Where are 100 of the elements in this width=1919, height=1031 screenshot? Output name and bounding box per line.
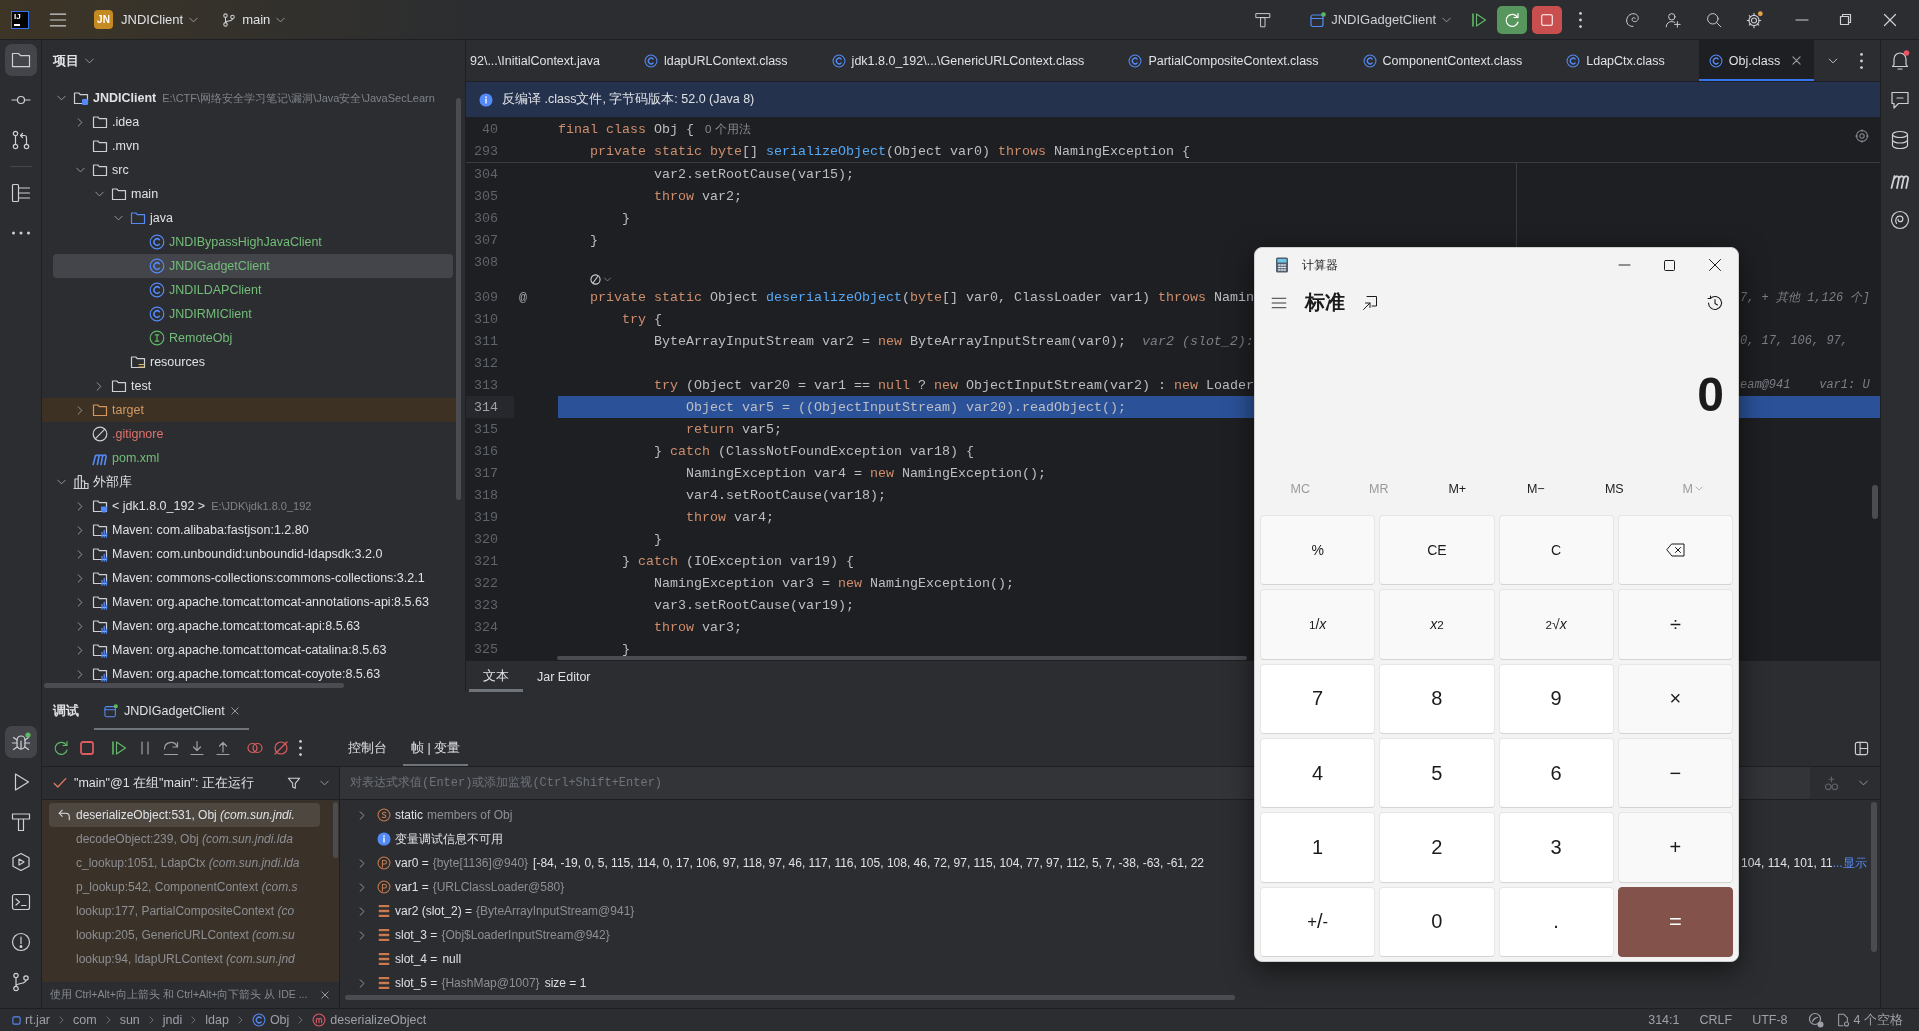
tree-item[interactable]: JNDIClient E:\CTF\网络安全学习笔记\漏洞\Java安全\JavaSecLearn xyxy=(53,86,453,110)
mute-breakpoints-icon[interactable] xyxy=(273,740,289,756)
stack-frame[interactable]: c_lookup:1051, LdapCtx (com.sun.jndi.lda xyxy=(49,851,320,875)
function-key[interactable]: % xyxy=(1260,515,1376,586)
usage-hint[interactable]: 0 个用法 xyxy=(705,121,751,137)
tree-item[interactable]: Maven: com.alibaba:fastjson:1.2.80 xyxy=(53,518,453,542)
chevron-right-icon[interactable] xyxy=(77,549,83,559)
breadcrumb-item[interactable]: deserializeObject xyxy=(312,1013,427,1027)
maximize-icon[interactable] xyxy=(1664,259,1675,271)
step-into-icon[interactable] xyxy=(189,740,205,756)
variable-item[interactable]: var1 = {URLClassLoader@580} xyxy=(358,876,565,898)
add-user-icon[interactable] xyxy=(1665,11,1681,28)
tree-item[interactable]: < jdk1.8.0_192 > E:\JDK\jdk1.8.0_192 xyxy=(53,494,453,518)
close-icon[interactable] xyxy=(1709,259,1721,271)
project-selector[interactable]: JN JNDIClient xyxy=(94,10,199,29)
breadcrumb-item[interactable]: ldap xyxy=(205,1013,229,1027)
session-tab[interactable]: JNDIGadgetClient xyxy=(94,692,249,730)
tree-item[interactable]: RemoteObj xyxy=(53,326,453,350)
settings-icon[interactable] xyxy=(1745,10,1763,29)
chevron-right-icon[interactable] xyxy=(359,930,365,940)
breakpoints-icon[interactable] xyxy=(247,740,263,756)
branch-selector[interactable]: main xyxy=(222,12,286,27)
stop-button[interactable] xyxy=(1532,5,1562,34)
tree-item[interactable]: .gitignore xyxy=(53,422,453,446)
breadcrumb-item[interactable]: rt.jar xyxy=(12,1013,50,1027)
structure-icon[interactable] xyxy=(10,183,31,203)
variable-item[interactable]: static members of Obj xyxy=(358,804,513,826)
chevron-right-icon[interactable] xyxy=(77,621,83,631)
tree-item[interactable]: Maven: org.apache.tomcat:tomcat-coyote:8.5.63 xyxy=(53,662,453,686)
variable-item[interactable]: slot_3 = {Obj$LoaderInputStream@942} xyxy=(358,924,610,946)
tree-item[interactable]: JNDIGadgetClient xyxy=(53,254,453,278)
tree-item[interactable]: JNDIRMIClient xyxy=(53,302,453,326)
stack-frame[interactable]: lookup:94, ldapURLContext (com.sun.jnd xyxy=(49,947,320,971)
chevron-down-icon[interactable] xyxy=(94,191,104,197)
tree-item[interactable]: Maven: org.apache.tomcat:tomcat-api:8.5.63 xyxy=(53,614,453,638)
tree-item[interactable]: 外部库 xyxy=(53,470,453,494)
services-icon[interactable] xyxy=(10,852,31,872)
exclamation-circle-icon[interactable] xyxy=(10,932,31,952)
equals-key[interactable]: = xyxy=(1617,886,1733,957)
scrollbar-thumb[interactable] xyxy=(1871,802,1877,952)
tree-item[interactable]: Maven: org.apache.tomcat:tomcat-annotations-api:8.5.63 xyxy=(53,590,453,614)
chevron-down-icon[interactable] xyxy=(56,95,66,101)
variable-item[interactable]: var2 (slot_2) = {ByteArrayInputStream@941} xyxy=(358,900,635,922)
stop-icon[interactable] xyxy=(79,740,95,756)
database-icon[interactable] xyxy=(1890,130,1910,150)
digit-key[interactable]: 4 xyxy=(1260,738,1376,809)
hammer-icon[interactable] xyxy=(1255,11,1272,28)
project-view-selector[interactable]: 项目 xyxy=(53,52,94,70)
editor-mode-tab[interactable]: Jar Editor xyxy=(523,661,605,692)
tree-item[interactable]: test xyxy=(53,374,453,398)
operator-key[interactable]: − xyxy=(1617,738,1733,809)
gutter-marker[interactable]: @ xyxy=(519,289,527,305)
stack-frame[interactable]: decodeObject:239, Obj (com.sun.jndi.lda xyxy=(49,827,320,851)
digit-key[interactable]: 2 xyxy=(1379,812,1495,883)
operator-key[interactable]: + xyxy=(1617,812,1733,883)
pull-request-icon[interactable] xyxy=(10,130,31,150)
chat-icon[interactable] xyxy=(1890,90,1910,110)
editor-tab[interactable]: ComponentContext.class xyxy=(1352,40,1557,81)
tree-item[interactable]: Maven: org.apache.tomcat:tomcat-catalina:8.5.63 xyxy=(53,638,453,662)
chevron-right-icon[interactable] xyxy=(359,906,365,916)
bell-icon[interactable] xyxy=(1890,50,1910,70)
show-more-link[interactable]: ...显示 xyxy=(1832,854,1867,872)
stack-frame[interactable]: lookup:177, PartialCompositeContext (co xyxy=(49,899,320,923)
tree-item[interactable]: JNDILDAPClient xyxy=(53,278,453,302)
window-arrow-icon[interactable] xyxy=(1362,294,1378,311)
tree-item[interactable]: Maven: com.unboundid:unboundid-ldapsdk:3.2.0 xyxy=(53,542,453,566)
circle-badge-icon[interactable] xyxy=(1807,1012,1824,1028)
scrollbar-thumb[interactable] xyxy=(557,656,1247,660)
more-icon[interactable] xyxy=(1579,11,1582,28)
function-key[interactable]: C xyxy=(1498,515,1614,586)
chevron-right-icon[interactable] xyxy=(359,810,365,820)
history-icon[interactable] xyxy=(1706,294,1722,311)
tree-item[interactable]: .idea xyxy=(53,110,453,134)
digit-key[interactable]: 8 xyxy=(1379,663,1495,734)
operator-key[interactable]: ÷ xyxy=(1617,589,1733,660)
chevron-right-icon[interactable] xyxy=(96,381,102,391)
rerun-icon[interactable] xyxy=(53,740,69,756)
memory-button[interactable]: M+ xyxy=(1448,481,1467,496)
step-over-icon[interactable] xyxy=(163,740,179,756)
digit-key[interactable]: 5 xyxy=(1379,738,1495,809)
chevron-right-icon[interactable] xyxy=(77,117,83,127)
gear-icon[interactable] xyxy=(1855,129,1869,143)
chevron-right-icon[interactable] xyxy=(77,645,83,655)
variable-item[interactable]: slot_4 = null xyxy=(358,948,462,970)
digit-key[interactable]: 3 xyxy=(1498,812,1614,883)
chevron-right-icon[interactable] xyxy=(77,525,83,535)
chevron-right-icon[interactable] xyxy=(77,597,83,607)
restore-icon[interactable] xyxy=(1840,14,1851,25)
more-icon[interactable] xyxy=(10,231,31,235)
chevron-right-icon[interactable] xyxy=(77,501,83,511)
tree-item[interactable]: target xyxy=(42,398,457,422)
tree-item[interactable]: JNDIBypassHighJavaClient xyxy=(53,230,453,254)
bug-icon[interactable] xyxy=(4,726,37,758)
scrollbar-thumb[interactable] xyxy=(1872,485,1878,519)
scrollbar-thumb[interactable] xyxy=(345,995,1235,1000)
stack-frame[interactable]: lookup:205, GenericURLContext (com.su xyxy=(49,923,320,947)
more-icon[interactable] xyxy=(1860,52,1863,69)
memory-button[interactable]: MS xyxy=(1604,481,1624,496)
filter-icon[interactable] xyxy=(287,776,301,790)
run-config-selector[interactable]: JNDIGadgetClient xyxy=(1310,11,1451,28)
